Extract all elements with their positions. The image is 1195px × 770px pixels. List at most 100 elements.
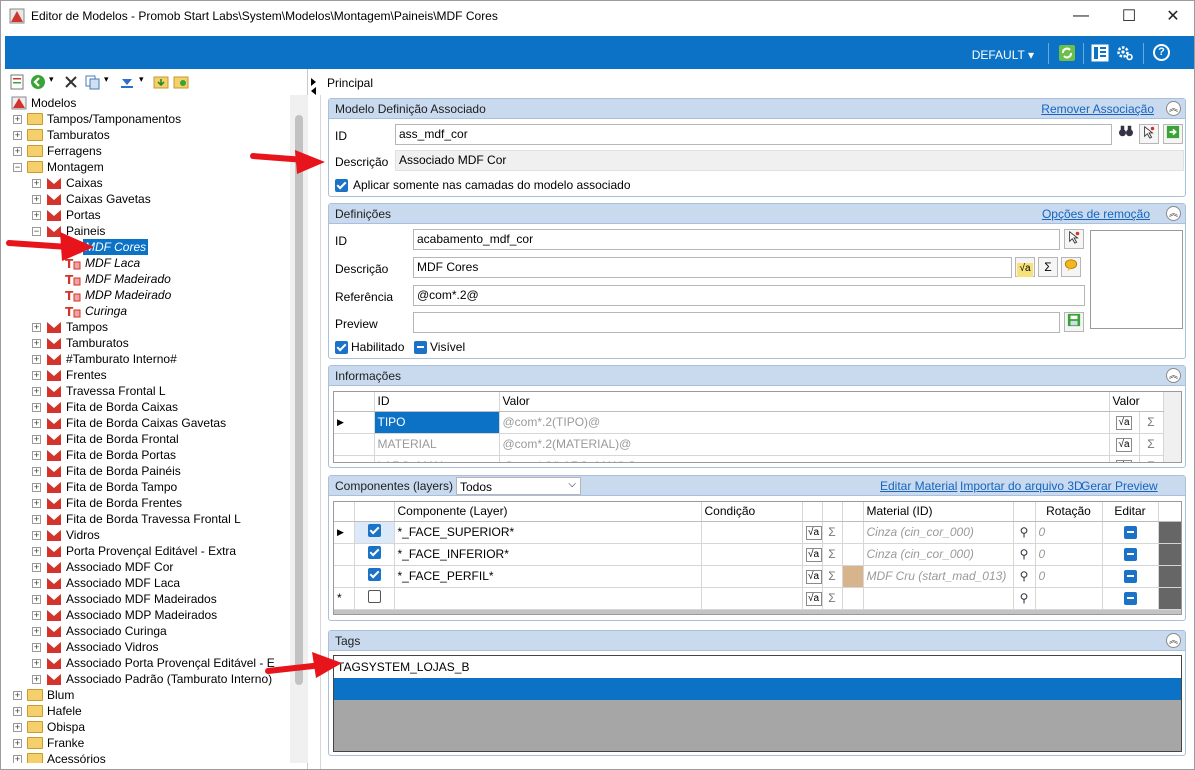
expand-node-icon[interactable]: + xyxy=(32,483,41,492)
help-icon[interactable]: ? xyxy=(1153,44,1170,61)
sigma-icon[interactable]: Σ xyxy=(822,587,843,610)
scrollbar-thumb[interactable] xyxy=(295,115,303,685)
expand-node-icon[interactable]: + xyxy=(13,707,22,716)
edit-material-link[interactable]: Editar Material xyxy=(880,479,957,493)
sigma-icon[interactable]: Σ xyxy=(822,543,843,566)
layer-checkbox-cell[interactable] xyxy=(354,587,395,610)
collapse-node-icon[interactable]: − xyxy=(13,163,22,172)
table-row[interactable]: * √a Σ ⚲ xyxy=(334,587,1181,610)
layer-checkbox-cell[interactable] xyxy=(354,565,395,588)
edit-checkbox[interactable] xyxy=(1123,570,1137,584)
layer-cell[interactable]: *_FACE_PERFIL* xyxy=(394,565,702,588)
binoculars-icon[interactable] xyxy=(1116,124,1136,144)
condition-cell[interactable] xyxy=(701,543,803,566)
def-reference-input[interactable]: @com*.2@ xyxy=(413,285,1085,306)
collapse-icon[interactable]: ︽ xyxy=(1166,633,1181,648)
layer-checkbox[interactable] xyxy=(367,524,381,537)
layer-filter-select[interactable]: Todos ⌵ xyxy=(456,477,581,495)
save-preview-icon[interactable] xyxy=(1064,312,1084,332)
copy-icon[interactable] xyxy=(85,74,101,90)
rotation-cell[interactable]: 0 xyxy=(1035,543,1103,566)
sigma-icon[interactable]: Σ xyxy=(1139,455,1164,462)
apply-only-layers-checkbox[interactable] xyxy=(335,179,348,192)
splitter-arrows-icon[interactable] xyxy=(309,76,319,96)
edit-toggle[interactable] xyxy=(1102,543,1159,566)
info-id-cell[interactable]: TIPO xyxy=(374,411,500,434)
info-id-cell[interactable]: MATERIAL xyxy=(374,433,500,456)
close-button[interactable]: ✕ xyxy=(1150,1,1194,31)
def-preview-input[interactable] xyxy=(413,312,1060,333)
maximize-button[interactable]: ☐ xyxy=(1106,1,1152,31)
binoculars-icon[interactable]: ⚲ xyxy=(1013,521,1036,544)
binoculars-icon[interactable]: ⚲ xyxy=(1013,543,1036,566)
chevron-down-icon[interactable]: ▾ xyxy=(139,74,144,90)
table-row[interactable]: MATERIAL @com*.2(MATERIAL)@ √a Σ xyxy=(334,433,1181,456)
material-cell[interactable]: Cinza (cin_cor_000) xyxy=(863,521,1014,544)
info-value-cell[interactable]: @com*.2(LARG_MAX)@ xyxy=(499,455,1110,462)
collapse-icon[interactable]: ︽ xyxy=(1166,368,1181,383)
def-description-input[interactable]: MDF Cores xyxy=(413,257,1012,278)
comment-icon[interactable] xyxy=(1061,257,1081,277)
sigma-icon[interactable]: Σ xyxy=(1139,433,1164,456)
expand-node-icon[interactable]: + xyxy=(32,323,41,332)
formula-icon[interactable]: √a xyxy=(1109,411,1140,434)
expand-node-icon[interactable]: + xyxy=(32,211,41,220)
expand-node-icon[interactable]: + xyxy=(32,659,41,668)
layer-checkbox-cell[interactable] xyxy=(354,521,395,544)
layer-cell[interactable] xyxy=(394,587,702,610)
material-cell[interactable] xyxy=(863,587,1014,610)
go-to-icon[interactable] xyxy=(1163,124,1183,144)
expand-node-icon[interactable]: + xyxy=(13,691,22,700)
move-down-icon[interactable] xyxy=(119,74,135,90)
expand-node-icon[interactable]: + xyxy=(32,547,41,556)
expand-node-icon[interactable]: + xyxy=(32,371,41,380)
expand-node-icon[interactable]: + xyxy=(32,355,41,364)
collapse-icon[interactable]: ︽ xyxy=(1166,101,1181,116)
texture-preview-icon[interactable] xyxy=(1158,543,1181,566)
tag-item[interactable]: TAGSYSTEM_LOJAS_B xyxy=(334,656,1181,678)
expand-node-icon[interactable]: + xyxy=(32,627,41,636)
rotation-cell[interactable]: 0 xyxy=(1035,565,1103,588)
sigma-icon[interactable]: Σ xyxy=(822,565,843,588)
expand-node-icon[interactable]: + xyxy=(32,419,41,428)
col-header-value[interactable]: Valor xyxy=(499,392,1110,412)
table-row[interactable]: *_FACE_INFERIOR* √a Σ Cinza (cin_cor_000… xyxy=(334,543,1181,566)
removal-options-link[interactable]: Opções de remoção xyxy=(1042,207,1150,221)
expand-node-icon[interactable]: + xyxy=(32,403,41,412)
delete-icon[interactable] xyxy=(64,74,78,90)
chevron-down-icon[interactable]: ▾ xyxy=(49,74,54,90)
condition-cell[interactable] xyxy=(701,521,803,544)
expand-node-icon[interactable]: + xyxy=(32,531,41,540)
info-id-cell[interactable]: LARG_MAX xyxy=(374,455,500,462)
formula-icon[interactable]: √a xyxy=(802,587,823,610)
texture-preview-icon[interactable] xyxy=(1158,521,1181,544)
grid-scrollbar[interactable] xyxy=(1163,411,1181,433)
expand-node-icon[interactable]: + xyxy=(32,563,41,572)
profile-dropdown[interactable]: DEFAULT ▾ xyxy=(972,48,1034,62)
col-header-condition[interactable]: Condição xyxy=(701,502,803,522)
formula-icon[interactable]: √a xyxy=(1109,455,1140,462)
col-header-value-formula[interactable]: Valor xyxy=(1109,392,1164,412)
binoculars-icon[interactable]: ⚲ xyxy=(1013,565,1036,588)
layout-icon[interactable] xyxy=(1091,44,1109,62)
condition-cell[interactable] xyxy=(701,587,803,610)
layer-cell[interactable]: *_FACE_INFERIOR* xyxy=(394,543,702,566)
export-icon[interactable] xyxy=(173,74,189,90)
formula-icon[interactable]: √a xyxy=(802,565,823,588)
expand-node-icon[interactable]: + xyxy=(32,179,41,188)
col-header-layer[interactable]: Componente (Layer) xyxy=(394,502,702,522)
edit-toggle[interactable] xyxy=(1102,587,1159,610)
expand-node-icon[interactable]: + xyxy=(32,595,41,604)
expand-node-icon[interactable]: + xyxy=(13,115,22,124)
remove-association-link[interactable]: Remover Associação xyxy=(1041,102,1154,116)
edit-toggle[interactable] xyxy=(1102,565,1159,588)
sigma-icon[interactable]: Σ xyxy=(822,521,843,544)
add-icon[interactable] xyxy=(30,74,46,90)
layer-checkbox[interactable] xyxy=(367,590,381,603)
minimize-button[interactable]: — xyxy=(1058,1,1104,31)
expand-node-icon[interactable]: + xyxy=(13,723,22,732)
layer-checkbox[interactable] xyxy=(367,568,381,581)
rotation-cell[interactable] xyxy=(1035,587,1103,610)
tag-new-entry[interactable] xyxy=(334,678,1181,700)
expand-node-icon[interactable]: + xyxy=(32,675,41,684)
